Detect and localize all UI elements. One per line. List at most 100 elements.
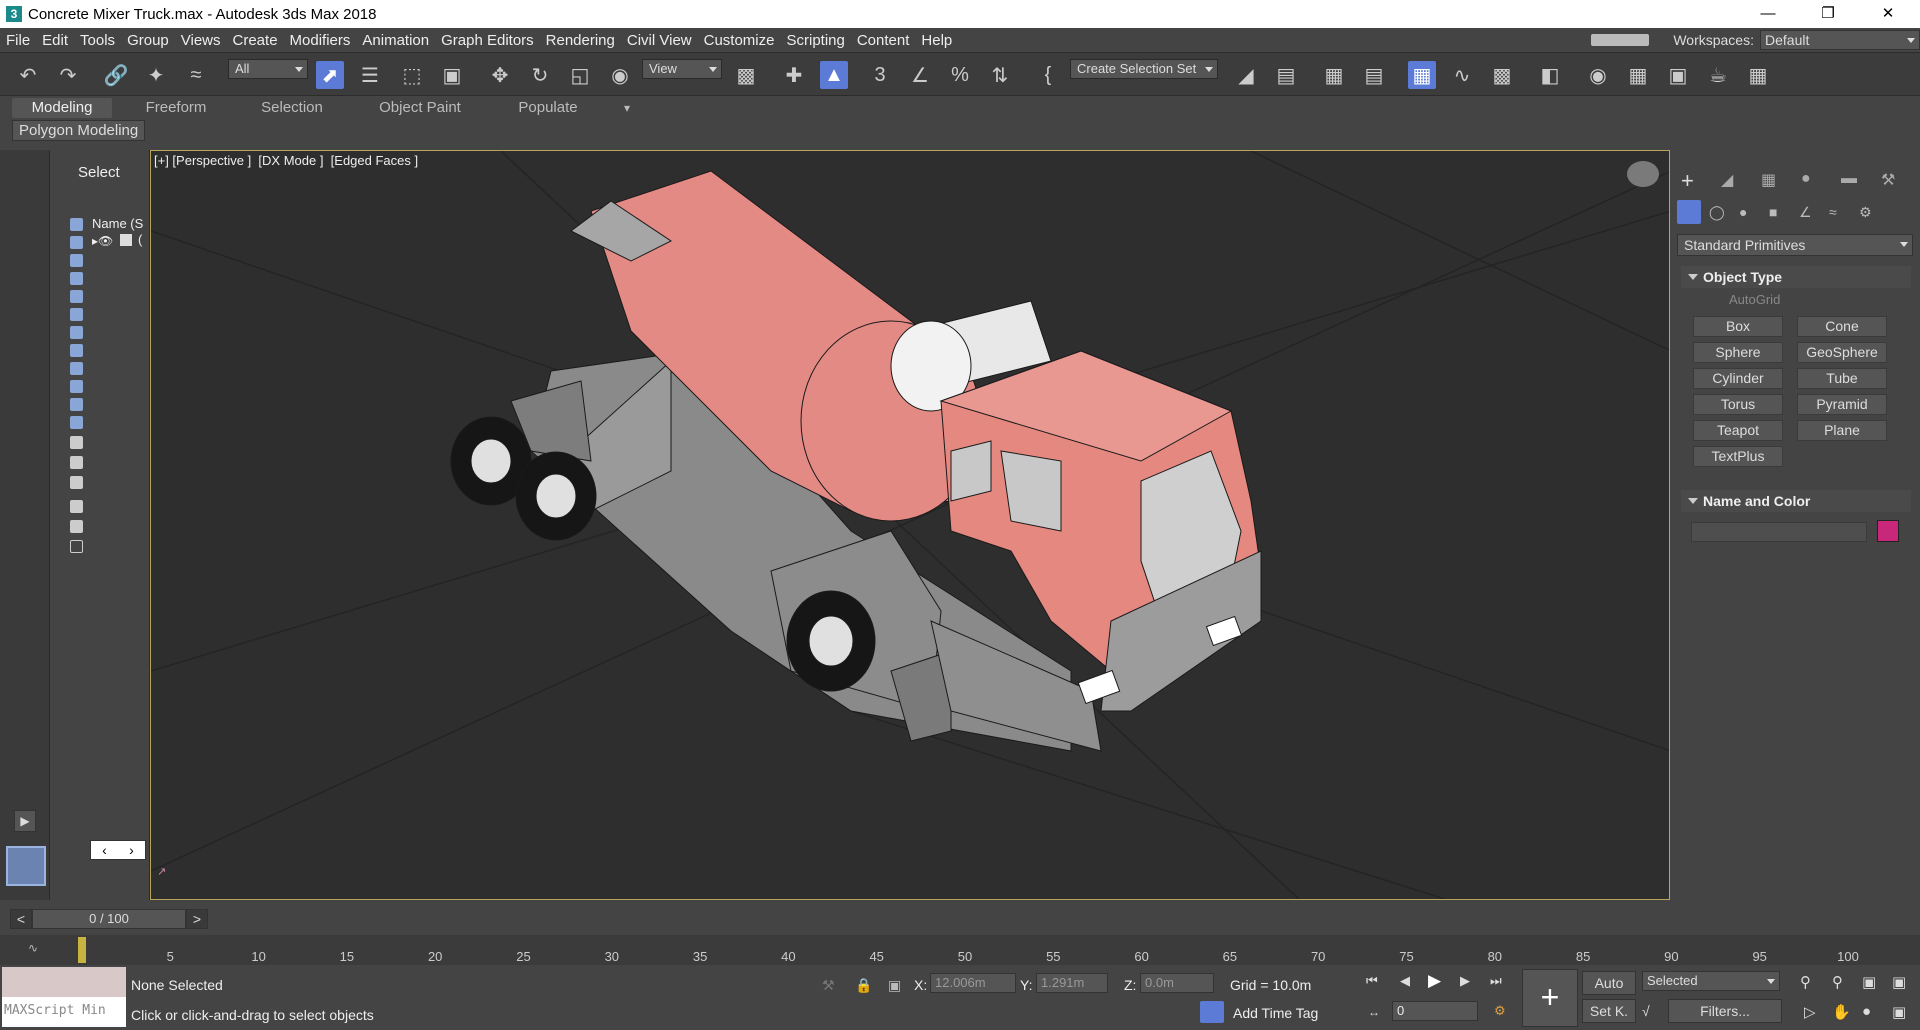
time-tag-icon[interactable] (1200, 1001, 1224, 1023)
expand-toolbar-button[interactable]: ▶ (14, 810, 36, 832)
current-frame-marker[interactable] (78, 937, 86, 963)
viewcube-icon[interactable] (1627, 161, 1659, 187)
display-helpers-icon[interactable] (70, 290, 83, 303)
toggle-scene-explorer-icon[interactable]: ▦ (1320, 61, 1348, 89)
helpers-category-icon[interactable]: ∠ (1799, 204, 1812, 221)
bind-space-warp-icon[interactable]: ≈ (182, 61, 210, 89)
align-icon[interactable]: ▤ (1272, 61, 1300, 89)
display-groups-icon[interactable] (70, 326, 83, 339)
cone-button[interactable]: Cone (1797, 316, 1887, 337)
absolute-mode-icon[interactable]: ▣ (888, 977, 901, 994)
snaps-toggle-icon[interactable]: 3 (866, 61, 894, 89)
tab-populate[interactable]: Populate (498, 98, 598, 118)
display-geometry-icon[interactable] (70, 218, 83, 231)
angle-snap-icon[interactable]: ∠ (906, 61, 934, 89)
cameras-category-icon[interactable]: ■ (1769, 204, 1777, 220)
move-icon[interactable]: ✥ (486, 61, 514, 89)
reference-coordinate-select[interactable]: View (642, 59, 722, 79)
selection-filter-select[interactable]: All (228, 59, 308, 79)
mirror-icon[interactable]: ◢ (1232, 61, 1260, 89)
lights-category-icon[interactable]: ● (1739, 204, 1747, 220)
teapot-button[interactable]: Teapot (1693, 420, 1783, 441)
menu-animation[interactable]: Animation (356, 32, 435, 49)
orbit-icon[interactable]: ● (1862, 1003, 1871, 1020)
menu-modifiers[interactable]: Modifiers (284, 32, 357, 49)
isolate-selection-icon[interactable]: ⚒ (822, 977, 835, 994)
tube-button[interactable]: Tube (1797, 368, 1887, 389)
default-in-out-tangents-icon[interactable]: √ (1642, 1003, 1650, 1019)
tab-freeform[interactable]: Freeform (126, 98, 226, 118)
primitive-category-select[interactable]: Standard Primitives (1677, 234, 1913, 256)
display-shapes-icon[interactable] (70, 236, 83, 249)
chevron-right-icon[interactable]: › (129, 842, 134, 858)
menu-customize[interactable]: Customize (698, 32, 781, 49)
menu-views[interactable]: Views (175, 32, 227, 49)
modify-tab-icon[interactable]: ◢ (1721, 170, 1733, 190)
menu-create[interactable]: Create (227, 32, 284, 49)
goto-end-icon[interactable]: ⏭ (1490, 973, 1502, 989)
set-key-button[interactable]: + (1522, 969, 1578, 1027)
restore-icon[interactable]: ❐ (1800, 0, 1856, 28)
viewport-layout-tab[interactable] (6, 846, 46, 886)
toggle-ribbon-icon[interactable]: ▦ (1408, 61, 1436, 89)
autogrid-checkbox[interactable]: AutoGrid (1729, 292, 1780, 307)
display-tab-icon[interactable]: ▬ (1841, 170, 1857, 188)
eye-icon[interactable]: ▸👁 (92, 234, 113, 248)
set-key-mode-button[interactable]: Set K. (1582, 999, 1636, 1023)
menu-content[interactable]: Content (851, 32, 916, 49)
render-in-cloud-icon[interactable]: ▦ (1744, 61, 1772, 89)
named-selection-set-select[interactable]: Create Selection Set (1070, 59, 1218, 79)
menu-help[interactable]: Help (915, 32, 958, 49)
zoom-extents-all-icon[interactable]: ▣ (1892, 973, 1906, 991)
find-icon[interactable] (70, 540, 83, 553)
ribbon-options-icon[interactable]: ▾ (612, 98, 642, 118)
zoom-all-icon[interactable]: ⚲ (1832, 973, 1843, 991)
menu-scripting[interactable]: Scripting (780, 32, 850, 49)
select-by-name-icon[interactable]: ☰ (356, 61, 384, 89)
menu-civil-view[interactable]: Civil View (621, 32, 698, 49)
redo-icon[interactable]: ↷ (54, 61, 82, 89)
display-space-warps-icon[interactable] (70, 308, 83, 321)
toggle-layer-explorer-icon[interactable]: ▤ (1360, 61, 1388, 89)
menu-group[interactable]: Group (121, 32, 175, 49)
menu-file[interactable]: File (0, 32, 36, 49)
filter-selected-icon[interactable] (70, 520, 83, 533)
next-frame-icon[interactable]: ▶ (1460, 973, 1470, 989)
scene-root-row[interactable]: ( (138, 232, 142, 247)
maxscript-listener-output[interactable] (2, 967, 126, 997)
x-coordinate-field[interactable]: 12.006m (930, 973, 1016, 993)
menu-edit[interactable]: Edit (36, 32, 74, 49)
keyboard-shortcut-override-icon[interactable]: ▲ (820, 61, 848, 89)
perspective-viewport[interactable]: [+] [Perspective ] [DX Mode ] [Edged Fac… (150, 150, 1670, 900)
tab-modeling[interactable]: Modeling (12, 98, 112, 118)
maxscript-input[interactable]: MAXScript Min (2, 997, 126, 1027)
pivot-center-icon[interactable]: ▩ (732, 61, 760, 89)
viewport-label[interactable]: [+] [Perspective ] [DX Mode ] [Edged Fac… (154, 153, 418, 168)
menu-graph-editors[interactable]: Graph Editors (435, 32, 540, 49)
previous-frame-icon[interactable]: ◀ (1400, 973, 1410, 989)
object-type-rollout[interactable]: Object Type (1681, 266, 1911, 288)
pan-view-icon[interactable]: ✋ (1832, 1003, 1851, 1021)
cylinder-button[interactable]: Cylinder (1693, 368, 1783, 389)
schematic-view-icon[interactable]: ◧ (1536, 61, 1564, 89)
spinner-snap-icon[interactable]: ⇅ (986, 61, 1014, 89)
time-configuration-icon[interactable]: ⚙ (1494, 1003, 1506, 1019)
explorer-scroll-buttons[interactable]: ‹ › (90, 840, 146, 860)
spacewarps-category-icon[interactable]: ≈ (1829, 204, 1837, 220)
add-time-tag[interactable]: Add Time Tag (1233, 1005, 1318, 1021)
systems-category-icon[interactable]: ⚙ (1859, 204, 1872, 221)
display-containers-icon[interactable] (70, 380, 83, 393)
time-prev-button[interactable]: < (10, 909, 32, 929)
truck-scene[interactable] (151, 151, 1670, 900)
chevron-left-icon[interactable]: ‹ (102, 842, 107, 858)
object-name-input[interactable] (1691, 522, 1867, 542)
select-menu[interactable]: Select (78, 164, 120, 181)
geosphere-button[interactable]: GeoSphere (1797, 342, 1887, 363)
close-icon[interactable]: ✕ (1860, 0, 1916, 28)
motion-tab-icon[interactable]: ● (1801, 170, 1811, 188)
scale-icon[interactable]: ◱ (566, 61, 594, 89)
hierarchy-tab-icon[interactable]: ▦ (1761, 170, 1776, 190)
rendered-frame-window-icon[interactable]: ▣ (1664, 61, 1692, 89)
window-crossing-icon[interactable]: ▣ (438, 61, 466, 89)
track-bar[interactable]: ∿ 5 10 15 20 25 30 35 40 45 50 55 60 65 70 75 80 85 90 95 1… (0, 935, 1920, 965)
